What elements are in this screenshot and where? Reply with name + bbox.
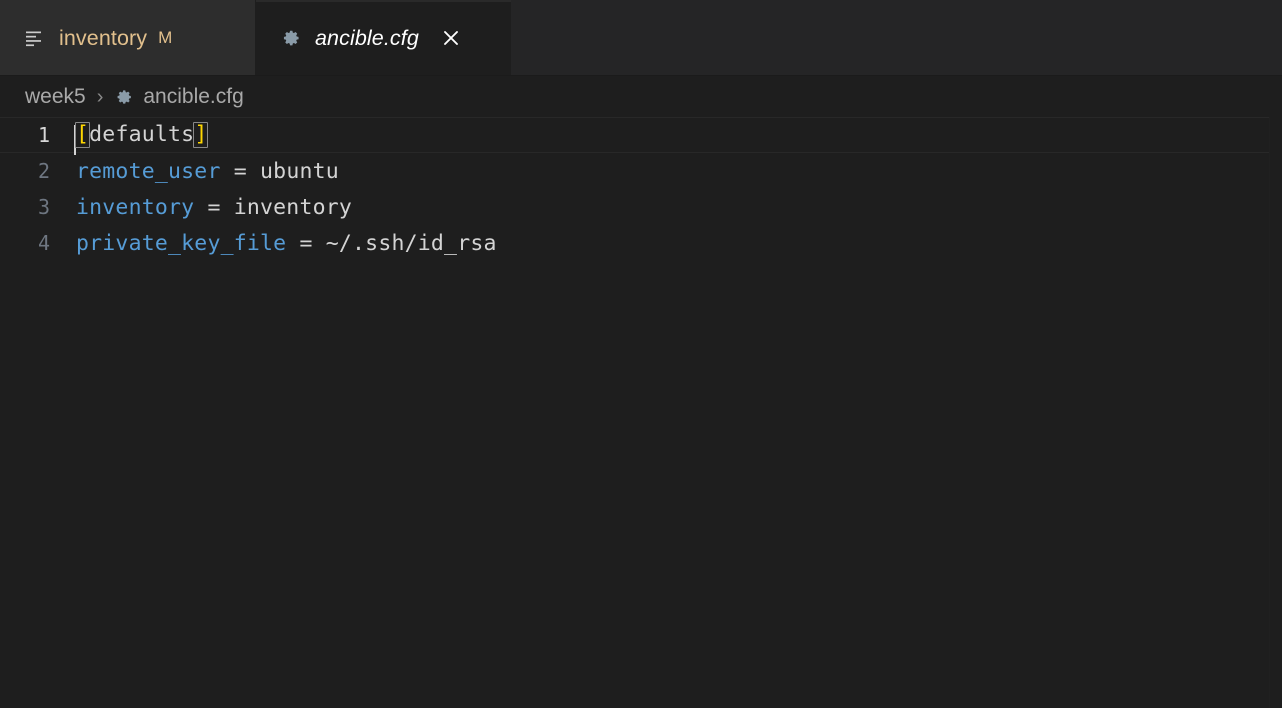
bracket-match-highlight: ] (193, 121, 209, 149)
code-lines: 1 [defaults] 2 remote_user = ubuntu 3 invento… (0, 117, 1282, 261)
breadcrumb-separator-icon: › (96, 85, 104, 108)
breadcrumb-item-file[interactable]: ancible.cfg (114, 84, 244, 109)
code-token: defaults (89, 121, 195, 147)
code-line-content[interactable]: inventory = inventory (76, 195, 1282, 220)
code-line[interactable]: 3 inventory = inventory (0, 189, 1282, 225)
code-token: = (220, 158, 261, 184)
close-icon[interactable] (438, 25, 464, 51)
tab-bar-empty-space (512, 0, 1282, 76)
editor-tab-bar: inventory M ancible.cfg (0, 0, 1282, 76)
code-token: inventory (233, 194, 353, 220)
editor-window: inventory M ancible.cfg week5 › ancible.… (0, 0, 1282, 708)
breadcrumb: week5 › ancible.cfg (0, 76, 1282, 117)
tab-label-ancible-cfg: ancible.cfg (315, 25, 419, 50)
gear-icon (280, 27, 302, 49)
bracket-match-highlight: [ (75, 121, 91, 149)
code-line[interactable]: 2 remote_user = ubuntu (0, 153, 1282, 189)
line-number: 4 (37, 231, 50, 255)
list-lines-icon (24, 27, 46, 49)
code-token: ~/.ssh/id_rsa (325, 230, 497, 256)
code-line-content[interactable]: private_key_file = ~/.ssh/id_rsa (76, 231, 1282, 256)
tab-ancible-cfg[interactable]: ancible.cfg (256, 0, 512, 76)
code-token: remote_user (76, 158, 221, 184)
breadcrumb-item-folder[interactable]: week5 (25, 85, 86, 109)
code-token: inventory (76, 194, 195, 220)
code-line[interactable]: 4 private_key_file = ~/.ssh/id_rsa (0, 225, 1282, 261)
gear-icon (114, 87, 134, 107)
line-number: 3 (37, 195, 50, 219)
tab-inventory[interactable]: inventory M (0, 0, 256, 76)
code-token: ubuntu (260, 158, 339, 184)
code-token: = (194, 194, 234, 220)
line-number: 1 (37, 123, 50, 147)
breadcrumb-folder-label: week5 (25, 84, 86, 108)
editor-scrollbar[interactable] (1269, 117, 1282, 708)
code-line-content[interactable]: remote_user = ubuntu (76, 159, 1282, 184)
code-line-content[interactable]: [defaults] (74, 121, 1282, 155)
code-token: = (286, 230, 326, 256)
code-token: private_key_file (76, 230, 287, 256)
breadcrumb-file-label: ancible.cfg (143, 84, 244, 108)
tab-dirty-indicator: M (158, 28, 173, 47)
code-line[interactable]: 1 [defaults] (0, 117, 1282, 155)
line-number: 2 (37, 159, 50, 183)
tab-label-inventory: inventory (59, 25, 148, 50)
code-editor-surface[interactable]: 1 [defaults] 2 remote_user = ubuntu 3 invento… (0, 117, 1282, 708)
